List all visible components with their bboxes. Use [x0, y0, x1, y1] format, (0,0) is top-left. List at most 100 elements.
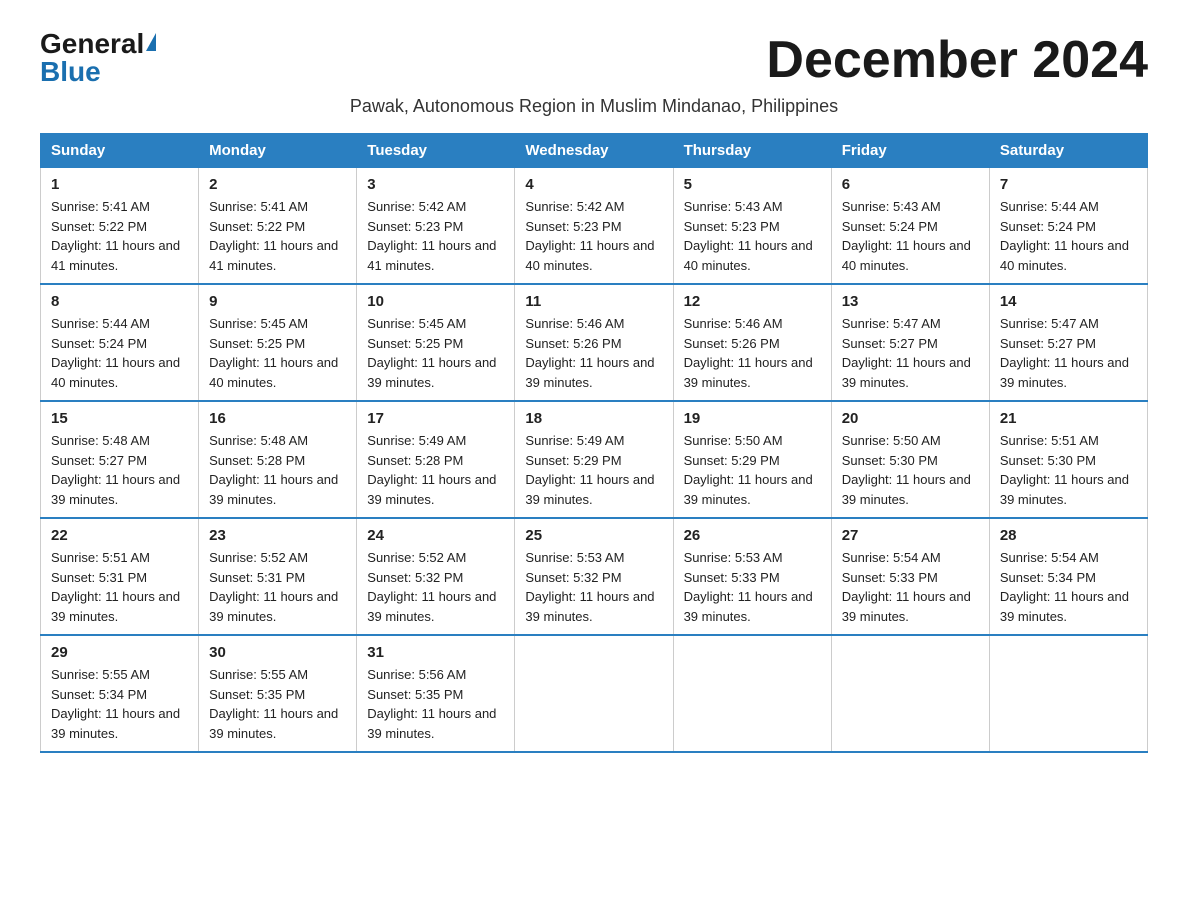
month-title: December 2024 [766, 30, 1148, 90]
logo-triangle-icon [146, 33, 156, 51]
day-number: 13 [842, 293, 979, 310]
day-info: Sunrise: 5:52 AMSunset: 5:31 PMDaylight:… [209, 548, 346, 626]
day-number: 17 [367, 410, 504, 427]
calendar-cell: 29 Sunrise: 5:55 AMSunset: 5:34 PMDaylig… [41, 635, 199, 752]
calendar-week-row: 29 Sunrise: 5:55 AMSunset: 5:34 PMDaylig… [41, 635, 1148, 752]
logo: General Blue [40, 30, 156, 86]
header-monday: Monday [199, 134, 357, 168]
day-number: 30 [209, 644, 346, 661]
day-number: 9 [209, 293, 346, 310]
day-number: 20 [842, 410, 979, 427]
calendar-cell: 7 Sunrise: 5:44 AMSunset: 5:24 PMDayligh… [989, 168, 1147, 285]
day-number: 14 [1000, 293, 1137, 310]
day-number: 11 [525, 293, 662, 310]
day-number: 22 [51, 527, 188, 544]
logo-blue-text: Blue [40, 58, 101, 86]
calendar-cell: 20 Sunrise: 5:50 AMSunset: 5:30 PMDaylig… [831, 401, 989, 518]
day-info: Sunrise: 5:42 AMSunset: 5:23 PMDaylight:… [367, 197, 504, 275]
day-number: 26 [684, 527, 821, 544]
logo-general-text: General [40, 30, 144, 58]
calendar-cell: 8 Sunrise: 5:44 AMSunset: 5:24 PMDayligh… [41, 284, 199, 401]
day-info: Sunrise: 5:46 AMSunset: 5:26 PMDaylight:… [684, 314, 821, 392]
day-info: Sunrise: 5:48 AMSunset: 5:28 PMDaylight:… [209, 431, 346, 509]
calendar-week-row: 15 Sunrise: 5:48 AMSunset: 5:27 PMDaylig… [41, 401, 1148, 518]
calendar-cell: 19 Sunrise: 5:50 AMSunset: 5:29 PMDaylig… [673, 401, 831, 518]
day-info: Sunrise: 5:54 AMSunset: 5:33 PMDaylight:… [842, 548, 979, 626]
day-info: Sunrise: 5:53 AMSunset: 5:33 PMDaylight:… [684, 548, 821, 626]
day-number: 5 [684, 176, 821, 193]
calendar-cell [831, 635, 989, 752]
day-number: 19 [684, 410, 821, 427]
day-number: 16 [209, 410, 346, 427]
day-info: Sunrise: 5:43 AMSunset: 5:23 PMDaylight:… [684, 197, 821, 275]
calendar-cell: 18 Sunrise: 5:49 AMSunset: 5:29 PMDaylig… [515, 401, 673, 518]
calendar-cell: 3 Sunrise: 5:42 AMSunset: 5:23 PMDayligh… [357, 168, 515, 285]
calendar-cell: 15 Sunrise: 5:48 AMSunset: 5:27 PMDaylig… [41, 401, 199, 518]
calendar-header-row: SundayMondayTuesdayWednesdayThursdayFrid… [41, 134, 1148, 168]
day-number: 15 [51, 410, 188, 427]
calendar-cell: 24 Sunrise: 5:52 AMSunset: 5:32 PMDaylig… [357, 518, 515, 635]
day-number: 6 [842, 176, 979, 193]
day-info: Sunrise: 5:47 AMSunset: 5:27 PMDaylight:… [842, 314, 979, 392]
day-info: Sunrise: 5:42 AMSunset: 5:23 PMDaylight:… [525, 197, 662, 275]
calendar-cell: 6 Sunrise: 5:43 AMSunset: 5:24 PMDayligh… [831, 168, 989, 285]
calendar-week-row: 22 Sunrise: 5:51 AMSunset: 5:31 PMDaylig… [41, 518, 1148, 635]
calendar-table: SundayMondayTuesdayWednesdayThursdayFrid… [40, 133, 1148, 753]
day-number: 28 [1000, 527, 1137, 544]
calendar-cell: 30 Sunrise: 5:55 AMSunset: 5:35 PMDaylig… [199, 635, 357, 752]
calendar-cell: 2 Sunrise: 5:41 AMSunset: 5:22 PMDayligh… [199, 168, 357, 285]
day-info: Sunrise: 5:49 AMSunset: 5:29 PMDaylight:… [525, 431, 662, 509]
calendar-cell: 16 Sunrise: 5:48 AMSunset: 5:28 PMDaylig… [199, 401, 357, 518]
day-info: Sunrise: 5:52 AMSunset: 5:32 PMDaylight:… [367, 548, 504, 626]
calendar-cell: 12 Sunrise: 5:46 AMSunset: 5:26 PMDaylig… [673, 284, 831, 401]
calendar-cell: 5 Sunrise: 5:43 AMSunset: 5:23 PMDayligh… [673, 168, 831, 285]
day-number: 31 [367, 644, 504, 661]
day-number: 18 [525, 410, 662, 427]
day-number: 25 [525, 527, 662, 544]
calendar-cell: 4 Sunrise: 5:42 AMSunset: 5:23 PMDayligh… [515, 168, 673, 285]
header-wednesday: Wednesday [515, 134, 673, 168]
calendar-cell: 10 Sunrise: 5:45 AMSunset: 5:25 PMDaylig… [357, 284, 515, 401]
day-number: 8 [51, 293, 188, 310]
calendar-cell: 21 Sunrise: 5:51 AMSunset: 5:30 PMDaylig… [989, 401, 1147, 518]
calendar-cell: 14 Sunrise: 5:47 AMSunset: 5:27 PMDaylig… [989, 284, 1147, 401]
day-number: 24 [367, 527, 504, 544]
day-number: 27 [842, 527, 979, 544]
location-subtitle: Pawak, Autonomous Region in Muslim Minda… [40, 96, 1148, 117]
day-number: 23 [209, 527, 346, 544]
calendar-cell: 25 Sunrise: 5:53 AMSunset: 5:32 PMDaylig… [515, 518, 673, 635]
day-info: Sunrise: 5:44 AMSunset: 5:24 PMDaylight:… [1000, 197, 1137, 275]
day-info: Sunrise: 5:51 AMSunset: 5:30 PMDaylight:… [1000, 431, 1137, 509]
header-saturday: Saturday [989, 134, 1147, 168]
day-info: Sunrise: 5:48 AMSunset: 5:27 PMDaylight:… [51, 431, 188, 509]
day-number: 7 [1000, 176, 1137, 193]
header-thursday: Thursday [673, 134, 831, 168]
calendar-cell: 27 Sunrise: 5:54 AMSunset: 5:33 PMDaylig… [831, 518, 989, 635]
day-info: Sunrise: 5:51 AMSunset: 5:31 PMDaylight:… [51, 548, 188, 626]
page-header: General Blue December 2024 [40, 30, 1148, 90]
day-info: Sunrise: 5:46 AMSunset: 5:26 PMDaylight:… [525, 314, 662, 392]
day-info: Sunrise: 5:47 AMSunset: 5:27 PMDaylight:… [1000, 314, 1137, 392]
calendar-cell: 11 Sunrise: 5:46 AMSunset: 5:26 PMDaylig… [515, 284, 673, 401]
day-number: 12 [684, 293, 821, 310]
calendar-cell [515, 635, 673, 752]
day-info: Sunrise: 5:55 AMSunset: 5:35 PMDaylight:… [209, 665, 346, 743]
calendar-cell: 17 Sunrise: 5:49 AMSunset: 5:28 PMDaylig… [357, 401, 515, 518]
day-info: Sunrise: 5:44 AMSunset: 5:24 PMDaylight:… [51, 314, 188, 392]
calendar-cell: 13 Sunrise: 5:47 AMSunset: 5:27 PMDaylig… [831, 284, 989, 401]
day-number: 10 [367, 293, 504, 310]
header-friday: Friday [831, 134, 989, 168]
day-info: Sunrise: 5:55 AMSunset: 5:34 PMDaylight:… [51, 665, 188, 743]
day-info: Sunrise: 5:45 AMSunset: 5:25 PMDaylight:… [209, 314, 346, 392]
header-tuesday: Tuesday [357, 134, 515, 168]
calendar-cell: 28 Sunrise: 5:54 AMSunset: 5:34 PMDaylig… [989, 518, 1147, 635]
calendar-cell [673, 635, 831, 752]
day-info: Sunrise: 5:50 AMSunset: 5:29 PMDaylight:… [684, 431, 821, 509]
day-info: Sunrise: 5:53 AMSunset: 5:32 PMDaylight:… [525, 548, 662, 626]
day-info: Sunrise: 5:56 AMSunset: 5:35 PMDaylight:… [367, 665, 504, 743]
day-info: Sunrise: 5:41 AMSunset: 5:22 PMDaylight:… [51, 197, 188, 275]
calendar-cell: 9 Sunrise: 5:45 AMSunset: 5:25 PMDayligh… [199, 284, 357, 401]
header-sunday: Sunday [41, 134, 199, 168]
day-number: 1 [51, 176, 188, 193]
day-info: Sunrise: 5:50 AMSunset: 5:30 PMDaylight:… [842, 431, 979, 509]
